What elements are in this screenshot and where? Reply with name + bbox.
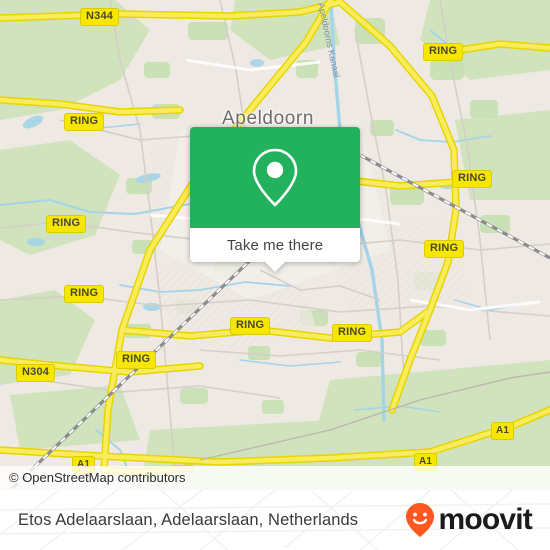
road-shield-a1-right[interactable]: A1: [491, 422, 515, 440]
footer-content: Etos Adelaarslaan, Adelaarslaan, Netherl…: [0, 490, 550, 550]
callout-action-bar[interactable]: Take me there: [190, 228, 360, 272]
road-shield-ring-4[interactable]: RING: [46, 215, 87, 233]
footer-bar: Etos Adelaarslaan, Adelaarslaan, Netherl…: [0, 490, 550, 550]
moovit-location-card: Apeldoorn Apeldoorns Kanaal N344 RING RI…: [0, 0, 550, 550]
take-me-there-label: Take me there: [226, 236, 324, 254]
location-title: Etos Adelaarslaan, Adelaarslaan, Netherl…: [18, 510, 359, 529]
moovit-smiling-pin-icon: [406, 503, 435, 537]
road-shield-ring-9[interactable]: RING: [116, 351, 157, 369]
road-shield-ring-7[interactable]: RING: [230, 317, 271, 335]
road-shield-ring-2[interactable]: RING: [64, 113, 105, 131]
osm-attribution[interactable]: © OpenStreetMap contributors: [0, 466, 550, 490]
moovit-brand-logo[interactable]: moovit: [404, 502, 533, 538]
road-shield-n344[interactable]: N344: [80, 8, 120, 26]
road-shield-ring-3[interactable]: RING: [452, 170, 493, 188]
road-shield-ring-8[interactable]: RING: [332, 324, 373, 342]
moovit-wordmark: moovit: [438, 503, 532, 536]
location-callout-card[interactable]: Take me there: [190, 127, 360, 272]
map-pin-icon: [252, 148, 298, 206]
callout-icon-panel: [190, 127, 360, 228]
road-shield-n304[interactable]: N304: [16, 364, 56, 382]
road-shield-ring-6[interactable]: RING: [64, 285, 105, 303]
road-shield-ring-1[interactable]: RING: [423, 43, 464, 61]
road-shield-ring-5[interactable]: RING: [424, 240, 465, 258]
callout-pointer-tail: [264, 261, 286, 272]
